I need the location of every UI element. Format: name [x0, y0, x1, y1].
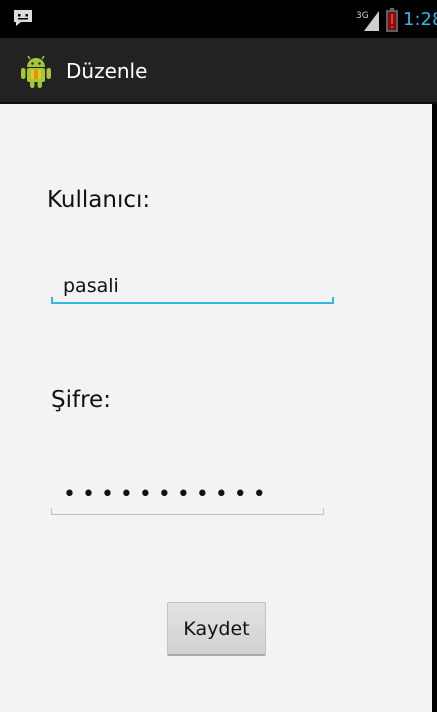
signal-icon: 3G: [356, 11, 379, 31]
svg-text:3G: 3G: [356, 11, 369, 21]
status-clock: 1:28: [403, 9, 437, 30]
action-bar: Düzenle: [0, 38, 437, 104]
save-button[interactable]: Kaydet: [167, 602, 266, 656]
status-bar: 3G 1:28: [0, 0, 437, 38]
username-field[interactable]: pasali: [51, 270, 334, 304]
username-field-underline: [51, 297, 334, 304]
screen-edge: [432, 104, 437, 712]
page-title: Düzenle: [66, 59, 148, 83]
app-screen: 3G 1:28 Düzenle Kullanı: [0, 0, 437, 712]
password-field[interactable]: •••••••••••: [51, 481, 324, 515]
username-value[interactable]: pasali: [63, 272, 119, 300]
password-field-underline: [51, 508, 324, 515]
android-app-icon[interactable]: [20, 55, 52, 89]
password-value[interactable]: •••••••••••: [63, 481, 272, 509]
battery-low-icon: [386, 8, 398, 32]
message-notification-icon: [14, 10, 32, 26]
password-label: Şifre:: [51, 387, 111, 413]
username-label: Kullanıcı:: [47, 187, 151, 213]
